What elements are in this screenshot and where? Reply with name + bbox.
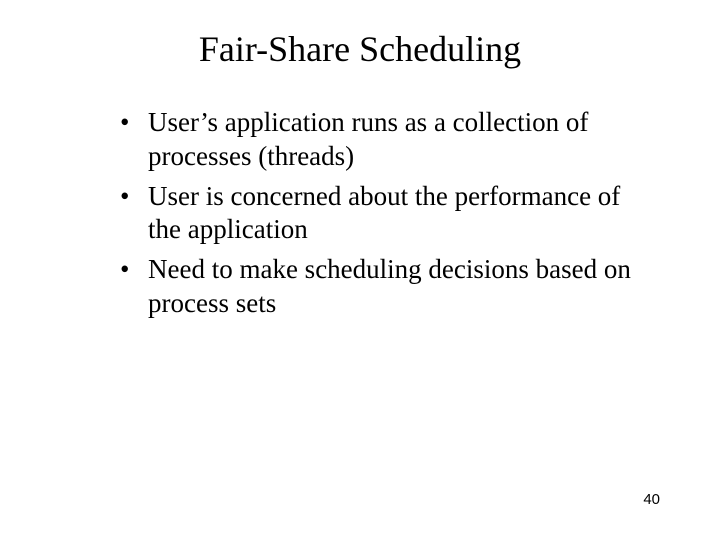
bullet-item: Need to make scheduling decisions based … bbox=[120, 253, 640, 321]
slide-title: Fair-Share Scheduling bbox=[60, 28, 660, 70]
bullet-list: User’s application runs as a collection … bbox=[120, 106, 640, 321]
page-number: 40 bbox=[643, 491, 660, 508]
bullet-item: User’s application runs as a collection … bbox=[120, 106, 640, 174]
bullet-item: User is concerned about the performance … bbox=[120, 180, 640, 248]
slide: Fair-Share Scheduling User’s application… bbox=[0, 0, 720, 540]
slide-content: User’s application runs as a collection … bbox=[60, 106, 660, 321]
